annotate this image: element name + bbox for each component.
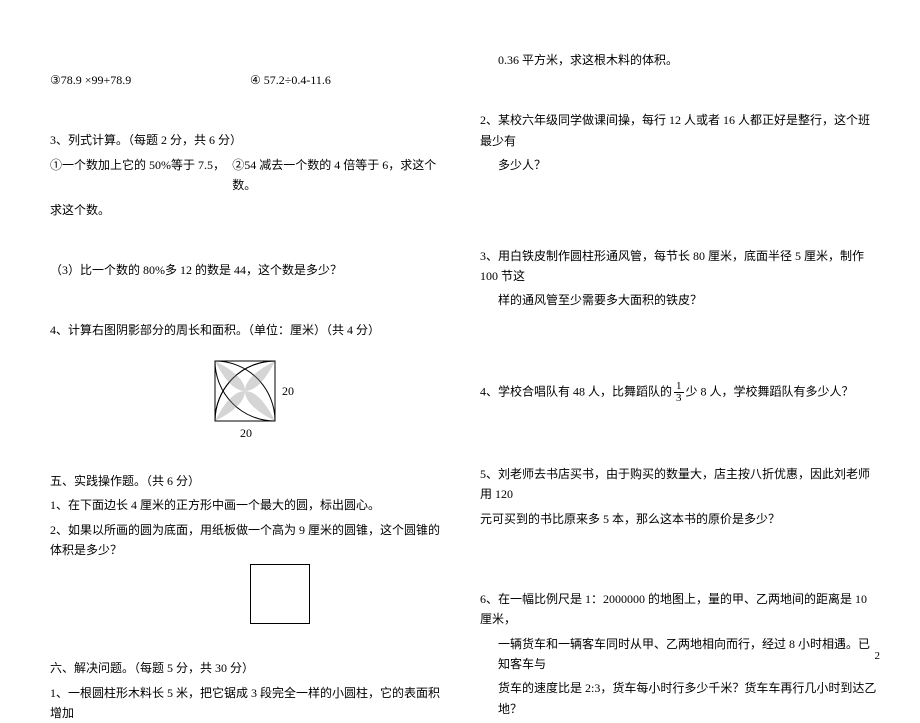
question-2: 2、某校六年级同学做课间操，每行 12 人或者 16 人都正好是整行，这个班最少…: [480, 110, 880, 175]
sec6-q1: 1、一根圆柱形木料长 5 米，把它锯成 3 段完全一样的小圆柱，它的表面积增加: [50, 683, 440, 723]
ex4-label: ④ 57.2÷0.4-11.6: [250, 70, 331, 90]
sec6-title: 六、解决问题。（每题 5 分，共 30 分）: [50, 658, 440, 678]
section-5: 五、实践操作题。（共 6 分） 1、在下面边长 4 厘米的正方形中画一个最大的圆…: [50, 471, 440, 629]
q5-text-b: 元可买到的书比原来多 5 本，那么这本书的原价是多少？: [480, 509, 880, 529]
q6-text-a: 6、在一幅比例尺是 1：2000000 的地图上，量的甲、乙两地间的距离是 10…: [480, 589, 880, 630]
left-column: ③78.9 ×99+78.9 ④ 57.2÷0.4-11.6 3、列式计算。（每…: [0, 0, 460, 672]
sec5-q1: 1、在下面边长 4 厘米的正方形中画一个最大的圆，标出圆心。: [50, 495, 440, 515]
sec3-title: 3、列式计算。（每题 2 分，共 6 分）: [50, 130, 440, 150]
square-box-icon: [250, 564, 310, 624]
exercise-pair-3-4: ③78.9 ×99+78.9 ④ 57.2÷0.4-11.6: [50, 70, 440, 90]
q1-continuation: 0.36 平方米，求这根木料的体积。: [480, 50, 880, 70]
q2-text-b: 多少人？: [480, 155, 880, 175]
ex3-label: ③78.9 ×99+78.9: [50, 70, 250, 90]
frac-num: 1: [674, 381, 684, 393]
question-6: 6、在一幅比例尺是 1：2000000 的地图上，量的甲、乙两地间的距离是 10…: [480, 589, 880, 719]
sec5-title: 五、实践操作题。（共 6 分）: [50, 471, 440, 491]
sec3-q2: ②54 减去一个数的 4 倍等于 6，求这个数。: [232, 155, 440, 196]
q6-text-b: 一辆货车和一辆客车同时从甲、乙两地相向而行，经过 8 小时相遇。已知客车与: [480, 634, 880, 675]
q2-text-a: 2、某校六年级同学做课间操，每行 12 人或者 16 人都正好是整行，这个班最少…: [480, 110, 880, 151]
fraction-1-3: 13: [674, 381, 684, 404]
shaded-shape-icon: 20 20: [190, 351, 300, 441]
q4-text-a: 4、学校合唱队有 48 人，比舞蹈队的: [480, 384, 672, 398]
sec3-q1a: ①一个数加上它的 50%等于 7.5，: [50, 155, 232, 196]
question-4: 4、学校合唱队有 48 人，比舞蹈队的13少 8 人，学校舞蹈队有多少人？: [480, 381, 880, 404]
figure-4: 20 20: [50, 351, 440, 441]
question-3: 3、用白铁皮制作圆柱形通风管，每节长 80 厘米，底面半径 5 厘米，制作 10…: [480, 246, 880, 311]
section-6-start: 六、解决问题。（每题 5 分，共 30 分） 1、一根圆柱形木料长 5 米，把它…: [50, 658, 440, 723]
frac-den: 3: [674, 393, 684, 404]
fig-label-bottom: 20: [240, 426, 252, 440]
section-4: 4、计算右图阴影部分的周长和面积。（单位：厘米）（共 4 分） 20 20: [50, 320, 440, 440]
sec4-title: 4、计算右图阴影部分的周长和面积。（单位：厘米）（共 4 分）: [50, 320, 440, 340]
q5-text-a: 5、刘老师去书店买书，由于购买的数量大，店主按八折优惠，因此刘老师用 120: [480, 464, 880, 505]
q1-cont-text: 0.36 平方米，求这根木料的体积。: [480, 50, 880, 70]
sec3-q1b: 求这个数。: [50, 200, 440, 220]
square-placeholder: [50, 564, 440, 628]
right-column: 0.36 平方米，求这根木料的体积。 2、某校六年级同学做课间操，每行 12 人…: [460, 0, 920, 672]
q4-text-b: 少 8 人，学校舞蹈队有多少人？: [686, 384, 854, 398]
question-5: 5、刘老师去书店买书，由于购买的数量大，店主按八折优惠，因此刘老师用 120 元…: [480, 464, 880, 529]
sec5-q2: 2、如果以所画的圆为底面，用纸板做一个高为 9 厘米的圆锥，这个圆锥的体积是多少…: [50, 520, 440, 561]
q6-text-c: 货车的速度比是 2:3，货车每小时行多少千米？货车车再行几小时到达乙地？: [480, 678, 880, 719]
q3-text-b: 样的通风管至少需要多大面积的铁皮？: [480, 290, 880, 310]
sec3-q3-text: （3）比一个数的 80%多 12 的数是 44，这个数是多少？: [50, 260, 440, 280]
q3-text-a: 3、用白铁皮制作圆柱形通风管，每节长 80 厘米，底面半径 5 厘米，制作 10…: [480, 246, 880, 287]
section-3: 3、列式计算。（每题 2 分，共 6 分） ①一个数加上它的 50%等于 7.5…: [50, 130, 440, 220]
fig-label-right: 20: [282, 384, 294, 398]
section-3-q3: （3）比一个数的 80%多 12 的数是 44，这个数是多少？: [50, 260, 440, 280]
page-number: 2: [875, 650, 881, 662]
